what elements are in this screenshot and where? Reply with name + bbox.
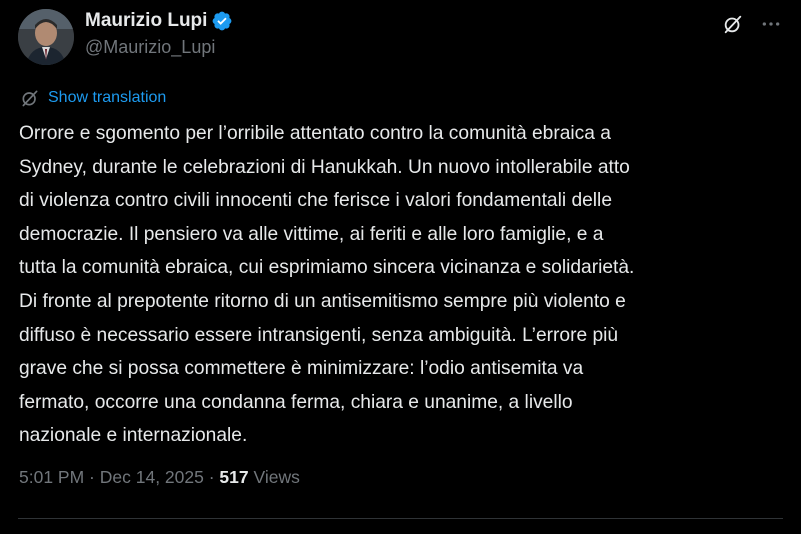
tweet-metadata: 5:01 PM · Dec 14, 2025 · 517 Views xyxy=(19,467,300,488)
author-handle[interactable]: @Maurizio_Lupi xyxy=(85,37,233,58)
author-info: Maurizio Lupi @Maurizio_Lupi xyxy=(85,8,233,58)
avatar[interactable] xyxy=(18,9,74,65)
tweet-top-actions xyxy=(721,12,783,36)
user-avatar-icon xyxy=(18,9,74,65)
grok-translate-icon[interactable] xyxy=(721,12,745,36)
meta-separator: · xyxy=(203,467,220,487)
tweet-detail: Maurizio Lupi @Maurizio_Lupi Show transl… xyxy=(0,0,801,534)
views-label: Views xyxy=(248,467,300,487)
author-display-name[interactable]: Maurizio Lupi xyxy=(85,10,207,32)
verified-badge-icon[interactable] xyxy=(211,10,233,32)
tweet-text: Orrore e sgomento per l’orribile attenta… xyxy=(19,123,635,447)
divider xyxy=(18,518,783,519)
show-translation-link[interactable]: Show translation xyxy=(20,88,166,108)
views-count[interactable]: 517 xyxy=(219,467,248,487)
tweet-date[interactable]: Dec 14, 2025 xyxy=(100,467,204,487)
translate-icon xyxy=(20,88,40,108)
more-horizontal-icon[interactable] xyxy=(759,12,783,36)
author-name-row: Maurizio Lupi xyxy=(85,8,233,34)
meta-separator: · xyxy=(84,467,100,487)
tweet-time[interactable]: 5:01 PM xyxy=(19,467,84,487)
show-translation-label: Show translation xyxy=(48,89,167,106)
